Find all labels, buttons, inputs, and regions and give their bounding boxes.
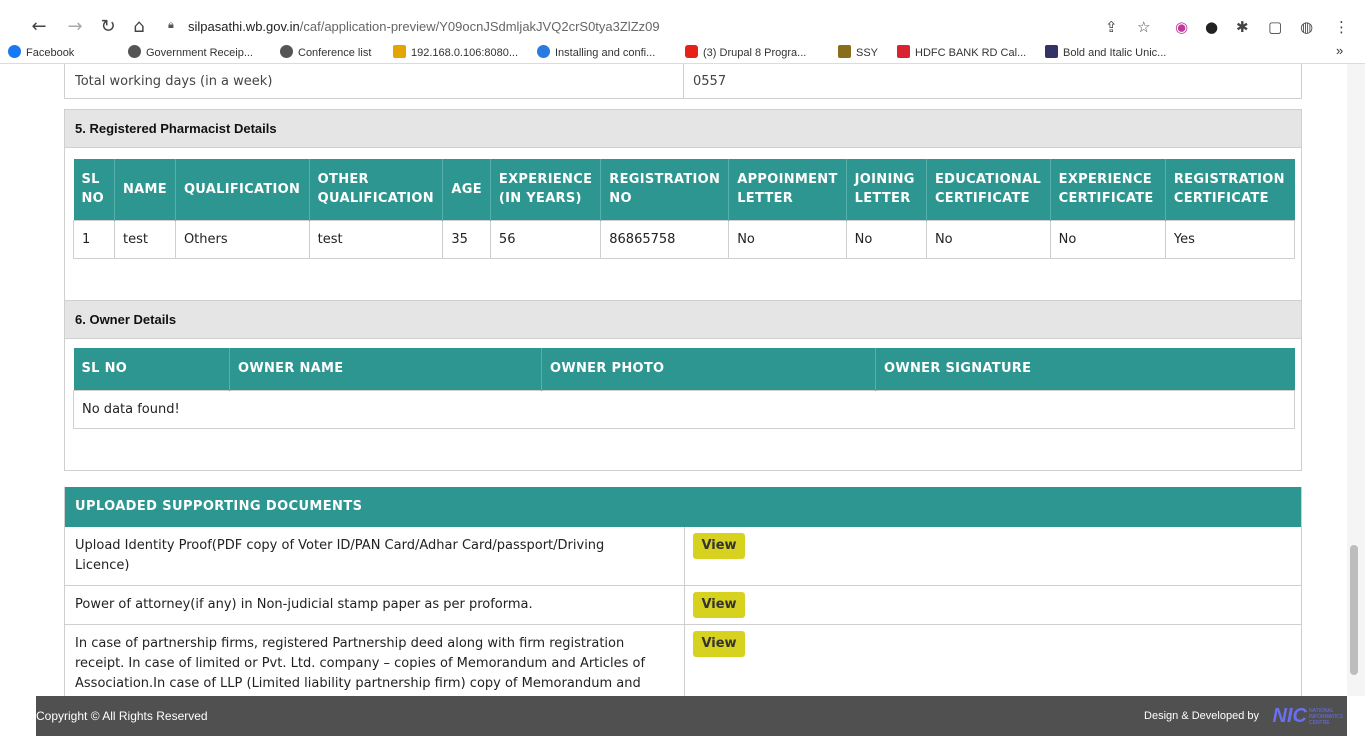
yaytext-icon (1045, 45, 1058, 58)
col-registration-certificate: REGISTRATION CERTIFICATE (1165, 159, 1295, 220)
emblem-icon (838, 45, 851, 58)
address-bar[interactable]: silpasathi.wb.gov.in/caf/application-pre… (188, 15, 1128, 39)
globe-icon (128, 45, 141, 58)
drupal-drop-icon (537, 45, 550, 58)
youtube-icon (685, 45, 698, 58)
page-content: Total working days (in a week) 0557 5. R… (36, 64, 1347, 696)
bookmark-local-ip[interactable]: 192.168.0.106:8080... (393, 45, 518, 61)
page-footer: Copyright © All Rights Reserved Design &… (36, 696, 1347, 736)
document-row: Power of attorney(if any) in Non-judicia… (65, 586, 1301, 625)
home-icon[interactable]: ⌂ (128, 16, 150, 38)
document-description: Power of attorney(if any) in Non-judicia… (75, 597, 533, 612)
col-name: NAME (114, 159, 176, 220)
col-age: AGE (442, 159, 491, 220)
pharmacist-section-title: 5. Registered Pharmacist Details (65, 110, 1301, 148)
facebook-icon (8, 45, 21, 58)
col-owner-sl-no: SL NO (73, 348, 230, 390)
browser-chrome: ← → ↻ ⌂ 🔒︎ silpasathi.wb.gov.in/caf/appl… (0, 0, 1365, 64)
bookmarks-bar: Facebook Government Receip... Conference… (0, 42, 1365, 64)
table-row: No data found! (73, 389, 1295, 429)
col-experience: EXPERIENCE (IN YEARS) (490, 159, 602, 220)
cell-joining-letter: No (845, 219, 927, 259)
col-joining-letter: JOINING LETTER (846, 159, 927, 220)
cell-experience: 56 (489, 219, 602, 259)
col-registration-no: REGISTRATION NO (600, 159, 730, 220)
url-path: /caf/application-preview/Y09ocnJSdmljakJ… (299, 19, 660, 34)
working-days-row: Total working days (in a week) 0557 (64, 64, 1302, 99)
share-icon[interactable]: ⇪ (1105, 16, 1118, 38)
back-arrow-icon[interactable]: ← (28, 16, 50, 38)
cell-experience-certificate: No (1049, 219, 1166, 259)
view-power-of-attorney-button[interactable]: View (693, 592, 745, 618)
cell-qualification: Others (174, 219, 310, 259)
cell-registration-certificate: Yes (1164, 219, 1296, 259)
col-sl-no: SL NO (73, 159, 115, 220)
documents-title: UPLOADED SUPPORTING DOCUMENTS (65, 487, 1301, 527)
nic-logo-subtitle: NATIONAL INFORMATICS CENTRE (1309, 708, 1344, 726)
owner-empty-message: No data found! (73, 389, 1295, 429)
bookmark-facebook[interactable]: Facebook (8, 45, 74, 61)
view-identity-proof-button[interactable]: View (693, 533, 745, 559)
pharmacist-section: 5. Registered Pharmacist Details SL NO N… (64, 109, 1302, 301)
bookmark-drupal-youtube[interactable]: (3) Drupal 8 Progra... (685, 45, 806, 61)
reload-icon[interactable]: ↻ (97, 16, 119, 38)
avatar-icon[interactable]: ◍ (1300, 16, 1313, 38)
col-owner-name: OWNER NAME (229, 348, 542, 390)
document-row: In case of partnership firms, registered… (65, 625, 1301, 696)
scrollbar-thumb[interactable] (1350, 545, 1358, 675)
extension-icon[interactable]: ◉ (1175, 16, 1188, 38)
document-description: In case of partnership firms, registered… (75, 636, 646, 691)
et-icon (897, 45, 910, 58)
cell-appointment-letter: No (728, 219, 847, 259)
bookmark-installing[interactable]: Installing and confi... (537, 45, 655, 61)
cell-other-qualification: test (308, 219, 444, 259)
bookmark-bold-italic[interactable]: Bold and Italic Unic... (1045, 45, 1166, 61)
documents-section: UPLOADED SUPPORTING DOCUMENTS Upload Ide… (64, 487, 1302, 696)
nic-logo: NIC (1272, 705, 1307, 727)
table-row: 1 test Others test 35 56 86865758 No No … (73, 219, 1296, 259)
bookmark-hdfc[interactable]: HDFC BANK RD Cal... (897, 45, 1026, 61)
cell-educational-certificate: No (925, 219, 1051, 259)
cell-sl-no: 1 (73, 219, 115, 259)
cell-name: test (113, 219, 176, 259)
bookmarks-overflow[interactable]: » (1336, 43, 1343, 59)
bookmark-government-receipt[interactable]: Government Receip... (128, 45, 253, 61)
puzzle-icon[interactable]: ✱ (1236, 16, 1249, 38)
credit-text: Design & Developed by (1144, 710, 1259, 722)
view-partnership-deed-button[interactable]: View (693, 631, 745, 657)
owner-table: SL NO OWNER NAME OWNER PHOTO OWNER SIGNA… (73, 348, 1295, 429)
pma-icon (393, 45, 406, 58)
col-owner-signature: OWNER SIGNATURE (875, 348, 1295, 390)
col-owner-photo: OWNER PHOTO (541, 348, 876, 390)
col-educational-certificate: EDUCATIONAL CERTIFICATE (926, 159, 1051, 220)
document-row: Upload Identity Proof(PDF copy of Voter … (65, 527, 1301, 586)
nav-bar: ← → ↻ ⌂ 🔒︎ silpasathi.wb.gov.in/caf/appl… (0, 12, 1365, 42)
cell-registration-no: 86865758 (600, 219, 730, 259)
col-other-qualification: OTHER QUALIFICATION (309, 159, 444, 220)
cell-age: 35 (442, 219, 491, 259)
extension-dark-icon[interactable]: ● (1205, 16, 1218, 38)
pharmacist-table: SL NO NAME QUALIFICATION OTHER QUALIFICA… (73, 159, 1296, 259)
col-experience-certificate: EXPERIENCE CERTIFICATE (1050, 159, 1166, 220)
working-days-value: 0557 (693, 74, 727, 89)
sidepanel-icon[interactable]: ▢ (1268, 16, 1282, 38)
forward-arrow-icon[interactable]: → (64, 16, 86, 38)
star-icon[interactable]: ☆ (1137, 16, 1150, 38)
working-days-label: Total working days (in a week) (75, 74, 273, 89)
globe-icon (280, 45, 293, 58)
bookmark-conference-list[interactable]: Conference list (280, 45, 371, 61)
col-appointment-letter: APPOINMENT LETTER (728, 159, 847, 220)
bookmark-ssy[interactable]: SSY (838, 45, 878, 61)
url-host: silpasathi.wb.gov.in (188, 19, 300, 34)
col-qualification: QUALIFICATION (175, 159, 310, 220)
copyright-text: Copyright © All Rights Reserved (36, 709, 208, 723)
document-description: Upload Identity Proof(PDF copy of Voter … (75, 538, 605, 573)
owner-section: 6. Owner Details SL NO OWNER NAME OWNER … (64, 300, 1302, 471)
menu-kebab-icon[interactable]: ⋮ (1334, 16, 1349, 38)
lock-icon[interactable]: 🔒︎ (168, 18, 174, 32)
owner-section-title: 6. Owner Details (65, 301, 1301, 339)
